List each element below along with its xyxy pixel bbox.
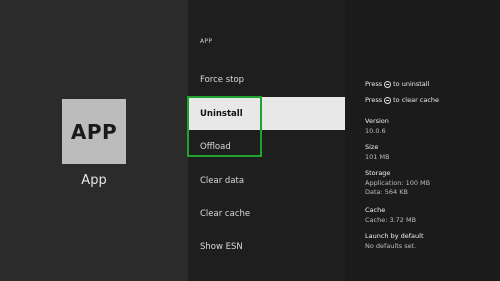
menu-item-clear-cache[interactable]: Clear cache <box>188 197 345 230</box>
version-info: Version 10.0.6 <box>365 117 389 136</box>
app-summary-panel: APP App <box>0 0 188 281</box>
size-value: 101 MB <box>365 152 390 161</box>
launch-default-value: No defaults set. <box>365 241 417 250</box>
hint-prefix: Press <box>365 96 383 104</box>
menu-item-offload[interactable]: Offload <box>188 130 345 163</box>
cache-label: Cache <box>365 206 386 214</box>
menu-item-label: Uninstall <box>200 108 243 119</box>
size-info: Size 101 MB <box>365 143 390 162</box>
cache-value: Cache: 3.72 MB <box>365 215 417 224</box>
clear-cache-hint: Press to clear cache <box>365 96 439 104</box>
app-icon-tile: APP <box>62 99 126 164</box>
hint-suffix: to uninstall <box>393 80 430 88</box>
cache-info: Cache Cache: 3.72 MB <box>365 206 416 225</box>
size-label: Size <box>365 143 379 151</box>
app-info-panel: Press to uninstall Press to clear cache … <box>345 0 500 281</box>
storage-data-value: Data: 564 KB <box>365 188 408 196</box>
menu-item-uninstall[interactable]: Uninstall <box>188 97 345 130</box>
menu-item-label: Show ESN <box>200 241 243 252</box>
launch-default-label: Launch by default <box>365 232 424 240</box>
menu-item-label: Clear data <box>200 175 245 186</box>
hint-prefix: Press <box>365 80 383 88</box>
launch-default-info: Launch by default No defaults set. <box>365 232 424 251</box>
hint-suffix: to clear cache <box>393 96 440 104</box>
app-name: App <box>81 173 107 188</box>
app-tile-text: APP <box>70 119 118 144</box>
menu-item-label: Clear cache <box>200 208 251 219</box>
uninstall-hint: Press to uninstall <box>365 80 429 88</box>
menu-section-header: APP <box>200 38 213 45</box>
minus-button-icon <box>384 96 392 104</box>
menu-item-show-esn[interactable]: Show ESN <box>188 230 345 263</box>
minus-button-icon <box>384 80 392 88</box>
app-settings-screen: APP App APP Force stop Uninstall Offload… <box>0 0 500 281</box>
storage-label: Storage <box>365 169 391 177</box>
version-label: Version <box>365 117 389 125</box>
menu-item-clear-data[interactable]: Clear data <box>188 164 345 197</box>
storage-info: Storage Application: 100 MB Data: 564 KB <box>365 169 430 198</box>
storage-application-value: Application: 100 MB <box>365 178 431 187</box>
menu-item-label: Force stop <box>200 74 245 85</box>
menu-item-label: Offload <box>200 141 231 152</box>
version-value: 10.0.6 <box>365 126 386 135</box>
app-actions-menu: APP Force stop Uninstall Offload Clear d… <box>188 0 345 281</box>
menu-item-force-stop[interactable]: Force stop <box>188 63 345 96</box>
